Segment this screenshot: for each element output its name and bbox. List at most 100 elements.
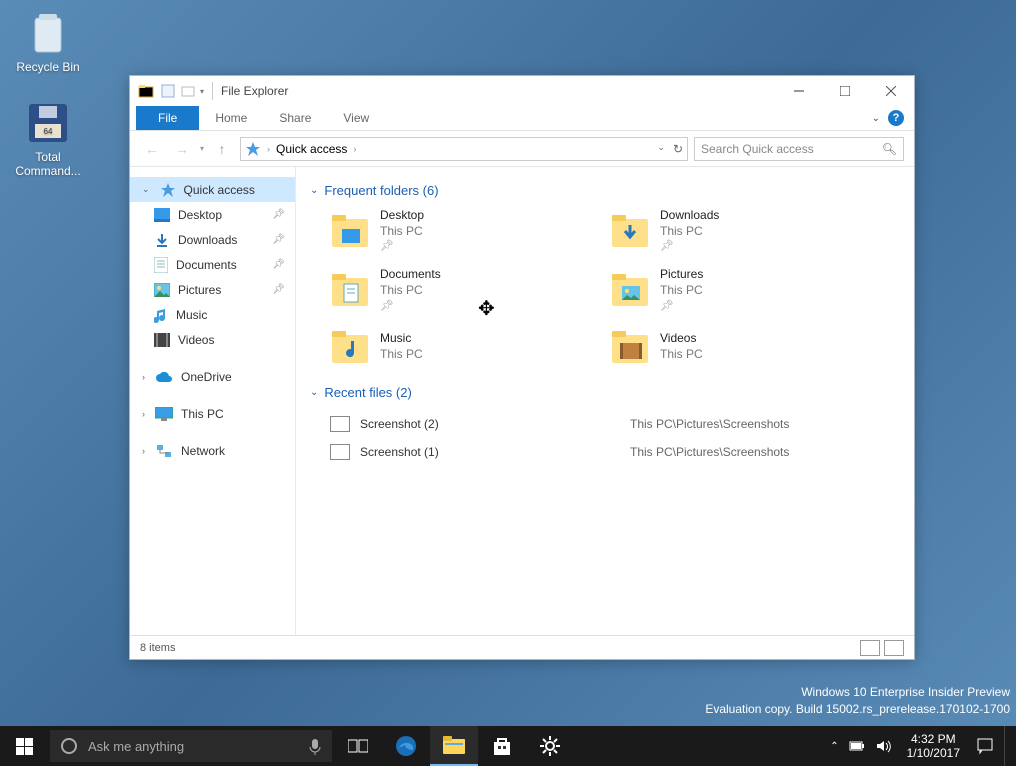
- refresh-icon[interactable]: ↻: [673, 142, 683, 156]
- nav-item-documents[interactable]: Documents📌︎: [130, 252, 295, 277]
- quick-access-toolbar: ▾: [160, 83, 204, 99]
- chevron-down-icon: ⌄: [310, 185, 318, 196]
- help-icon[interactable]: ?: [888, 110, 904, 126]
- cloud-icon: [155, 371, 173, 383]
- action-center-icon[interactable]: [976, 737, 994, 755]
- desktop-icon-total-commander[interactable]: 64 Total Command...: [10, 100, 86, 178]
- titlebar[interactable]: ▾ File Explorer: [130, 76, 914, 106]
- pin-icon: 📌︎: [660, 239, 719, 253]
- taskbar-store[interactable]: [478, 726, 526, 766]
- breadcrumb-item[interactable]: Quick access: [276, 142, 347, 156]
- taskbar[interactable]: Ask me anything ⌃ 4:32 PM 1/10/2017: [0, 726, 1016, 766]
- nav-this-pc[interactable]: ›This PC: [130, 401, 295, 426]
- large-icons-view-button[interactable]: [884, 640, 904, 656]
- qat-dropdown-icon[interactable]: ▾: [200, 87, 204, 96]
- pin-icon: 📌︎: [380, 239, 424, 253]
- ribbon-tabs: File Home Share View ⌄ ?: [130, 106, 914, 131]
- recent-file-item[interactable]: Screenshot (2) This PC\Pictures\Screensh…: [330, 410, 900, 438]
- chevron-right-icon[interactable]: ›: [142, 409, 145, 419]
- tab-file[interactable]: File: [136, 106, 199, 130]
- folder-downloads[interactable]: DownloadsThis PC📌︎: [610, 208, 870, 253]
- volume-icon[interactable]: [875, 739, 891, 753]
- recent-file-item[interactable]: Screenshot (1) This PC\Pictures\Screensh…: [330, 438, 900, 466]
- folder-icon: [330, 327, 370, 367]
- window-title: File Explorer: [221, 84, 288, 98]
- pin-icon: 📌︎: [660, 299, 703, 313]
- download-icon: [154, 232, 170, 248]
- search-input[interactable]: Search Quick access 🔍︎: [694, 137, 904, 161]
- chevron-down-icon[interactable]: ⌄: [142, 184, 150, 195]
- desktop-icon: [154, 208, 170, 222]
- content-pane[interactable]: ⌄ Frequent folders (6) DesktopThis PC📌︎ …: [296, 167, 914, 635]
- maximize-button[interactable]: [822, 76, 868, 106]
- folder-videos[interactable]: VideosThis PC: [610, 327, 870, 367]
- recycle-bin-icon: [25, 10, 71, 56]
- tab-view[interactable]: View: [327, 106, 385, 130]
- start-button[interactable]: [0, 726, 48, 766]
- pin-icon: 📌︎: [272, 234, 285, 245]
- desktop-icon-label: Total Command...: [10, 150, 86, 178]
- tab-share[interactable]: Share: [263, 106, 327, 130]
- star-icon: [160, 182, 176, 198]
- group-recent-files[interactable]: ⌄ Recent files (2): [310, 385, 900, 400]
- folder-music[interactable]: MusicThis PC: [330, 327, 590, 367]
- properties-icon[interactable]: [160, 83, 176, 99]
- taskbar-clock[interactable]: 4:32 PM 1/10/2017: [901, 732, 966, 761]
- task-view-icon: [348, 738, 368, 754]
- group-frequent-folders[interactable]: ⌄ Frequent folders (6): [310, 183, 900, 198]
- expand-ribbon-icon[interactable]: ⌄: [872, 113, 880, 124]
- item-count: 8 items: [140, 642, 175, 654]
- new-folder-icon[interactable]: [180, 83, 196, 99]
- nav-onedrive[interactable]: ›OneDrive: [130, 364, 295, 389]
- pin-icon: 📌︎: [272, 284, 285, 295]
- chevron-right-icon[interactable]: ›: [142, 446, 145, 456]
- back-button[interactable]: ←: [140, 137, 164, 161]
- close-button[interactable]: [868, 76, 914, 106]
- folder-pictures[interactable]: PicturesThis PC📌︎: [610, 267, 870, 312]
- microphone-icon[interactable]: [308, 737, 322, 755]
- nav-item-downloads[interactable]: Downloads📌︎: [130, 227, 295, 252]
- nav-item-desktop[interactable]: Desktop📌︎: [130, 202, 295, 227]
- folder-icon: [443, 736, 465, 754]
- details-view-button[interactable]: [860, 640, 880, 656]
- nav-item-music[interactable]: Music: [130, 302, 295, 327]
- music-icon: [154, 307, 168, 323]
- battery-icon[interactable]: [849, 739, 865, 753]
- folder-documents[interactable]: DocumentsThis PC📌︎: [330, 267, 590, 312]
- taskbar-edge[interactable]: [382, 726, 430, 766]
- dropdown-icon[interactable]: ⌄: [657, 142, 665, 156]
- taskbar-search[interactable]: Ask me anything: [50, 730, 332, 762]
- file-explorer-window: ▾ File Explorer File Home Share View ⌄ ?…: [129, 75, 915, 660]
- task-view-button[interactable]: [334, 726, 382, 766]
- tab-home[interactable]: Home: [199, 106, 263, 130]
- windows-watermark: Windows 10 Enterprise Insider Preview Ev…: [705, 684, 1010, 718]
- forward-button[interactable]: →: [170, 137, 194, 161]
- taskbar-file-explorer[interactable]: [430, 726, 478, 766]
- show-desktop-button[interactable]: [1004, 726, 1010, 766]
- history-dropdown-icon[interactable]: ▾: [200, 144, 204, 153]
- pin-icon: 📌︎: [380, 299, 441, 313]
- breadcrumb-bar[interactable]: › Quick access › ⌄ ↻: [240, 137, 688, 161]
- nav-network[interactable]: ›Network: [130, 438, 295, 463]
- taskbar-settings[interactable]: [526, 726, 574, 766]
- nav-quick-access[interactable]: ⌄ Quick access: [130, 177, 295, 202]
- folder-desktop[interactable]: DesktopThis PC📌︎: [330, 208, 590, 253]
- desktop-icon-recycle-bin[interactable]: Recycle Bin: [10, 10, 86, 74]
- up-button[interactable]: ↑: [210, 137, 234, 161]
- edge-icon: [395, 735, 417, 757]
- search-icon[interactable]: 🔍︎: [882, 142, 897, 156]
- chevron-right-icon[interactable]: ›: [353, 144, 356, 154]
- tray-overflow-icon[interactable]: ⌃: [830, 741, 838, 752]
- floppy-disk-icon: 64: [25, 100, 71, 146]
- navigation-pane[interactable]: ⌄ Quick access Desktop📌︎ Downloads📌︎ Doc…: [130, 167, 296, 635]
- svg-text:64: 64: [44, 127, 53, 136]
- cortana-icon: [60, 737, 78, 755]
- pin-icon: 📌︎: [272, 209, 285, 220]
- chevron-right-icon[interactable]: ›: [267, 144, 270, 154]
- chevron-right-icon[interactable]: ›: [142, 372, 145, 382]
- nav-item-pictures[interactable]: Pictures📌︎: [130, 277, 295, 302]
- desktop[interactable]: Recycle Bin 64 Total Command... Windows …: [0, 0, 1016, 726]
- nav-item-videos[interactable]: Videos: [130, 327, 295, 352]
- pin-icon: 📌︎: [272, 259, 285, 270]
- minimize-button[interactable]: [776, 76, 822, 106]
